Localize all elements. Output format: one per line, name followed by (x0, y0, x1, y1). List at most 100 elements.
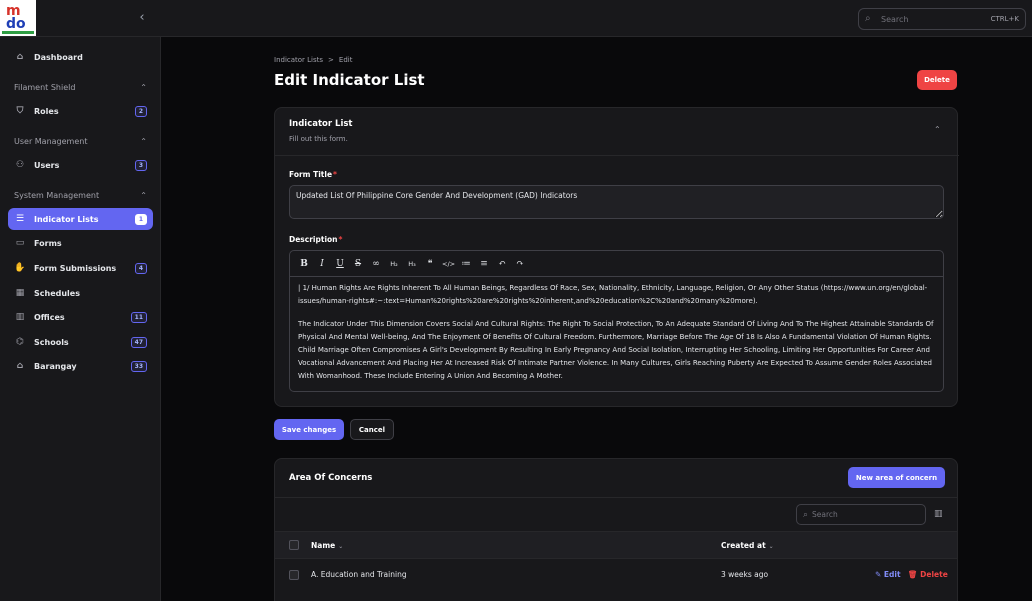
row-name: A. Education and Training (311, 570, 407, 579)
description-label: Description* (289, 235, 342, 244)
save-changes-button[interactable]: Save changes (274, 419, 344, 440)
count-badge: 47 (130, 336, 147, 348)
select-all-checkbox[interactable] (289, 540, 299, 550)
strikethrough-icon[interactable]: S (352, 258, 364, 270)
row-delete-action[interactable]: 🗑 Delete (908, 570, 948, 579)
link-icon[interactable]: ∞ (370, 258, 382, 270)
heading-3-icon[interactable]: H₃ (406, 258, 418, 270)
sidebar-item-label: Schools (34, 337, 69, 347)
sidebar-item-label: Barangay (34, 361, 77, 371)
row-checkbox[interactable] (289, 570, 299, 580)
chevron-down-icon: ⌄ (768, 543, 774, 550)
sidebar-item-barangay[interactable]: ⌂ Barangay 33 (8, 355, 153, 377)
row-delete-label: Delete (920, 570, 948, 579)
building-icon: ▥ (15, 312, 25, 322)
redo-icon[interactable]: ↷ (514, 258, 526, 270)
breadcrumb-link[interactable]: Indicator Lists (274, 56, 323, 64)
sidebar-item-label: Forms (34, 238, 62, 248)
description-paragraph: | 1/ Human Rights Are Rights Inherent To… (298, 284, 928, 305)
table-search-input[interactable] (812, 510, 919, 519)
undo-icon[interactable]: ↶ (496, 258, 508, 270)
heading-2-icon[interactable]: H₂ (388, 258, 400, 270)
form-title-label-text: Form Title (289, 170, 333, 179)
section-header[interactable]: Indicator List Fill out this form. ⌃ (275, 108, 959, 156)
home-icon: ⌂ (16, 52, 24, 62)
count-badge: 11 (130, 311, 147, 323)
new-area-of-concern-button[interactable]: New area of concern (848, 467, 945, 488)
chevron-up-icon[interactable]: ⌃ (934, 125, 941, 134)
sidebar-item-roles[interactable]: ⛉ Roles 2 (8, 100, 153, 122)
app-logo[interactable]: m do (0, 0, 36, 36)
sidebar: ⌂ Dashboard Filament Shield ⌃ ⛉ Roles 2 … (0, 37, 161, 601)
sidebar-item-label: Indicator Lists (34, 214, 99, 224)
cancel-button[interactable]: Cancel (350, 419, 394, 440)
bold-icon[interactable]: B (298, 258, 310, 270)
row-edit-label: Edit (883, 570, 901, 579)
row-edit-action[interactable]: ✎ Edit (875, 570, 901, 579)
form-title-input[interactable]: Updated List Of Philippine Core Gender A… (289, 185, 944, 219)
table-search[interactable]: ⌕ (796, 504, 926, 525)
inbox-icon: ▭ (15, 238, 25, 248)
delete-button[interactable]: Delete (917, 70, 957, 90)
column-header-label: Created at (721, 541, 766, 550)
home-icon: ⌂ (16, 361, 24, 371)
sidebar-group-system-management[interactable]: System Management ⌃ (14, 188, 147, 202)
collapse-sidebar-icon[interactable]: ‹ (134, 10, 150, 26)
sidebar-item-label: Roles (34, 106, 59, 116)
sidebar-item-label: Schedules (34, 288, 80, 298)
table-row[interactable]: A. Education and Training 3 weeks ago ✎ … (275, 559, 957, 591)
column-header-label: Name (311, 541, 336, 550)
hand-icon: ✋ (14, 263, 26, 273)
sidebar-item-form-submissions[interactable]: ✋ Form Submissions 4 (8, 257, 153, 279)
bullet-list-icon[interactable]: ≔ (460, 258, 472, 270)
logo-text-bottom: do (6, 16, 26, 32)
sidebar-item-label: Form Submissions (34, 263, 117, 273)
sidebar-item-offices[interactable]: ▥ Offices 11 (8, 306, 153, 328)
global-search-input[interactable] (881, 14, 991, 24)
breadcrumb: Indicator Lists > Edit (274, 56, 352, 64)
columns-icon[interactable]: ▥ (934, 509, 943, 519)
editor-content[interactable]: | 1/ Human Rights Are Rights Inherent To… (290, 277, 943, 398)
count-badge: 1 (134, 213, 147, 225)
column-header-name[interactable]: Name ⌄ (311, 541, 343, 550)
sidebar-item-users[interactable]: ⚇ Users 3 (8, 154, 153, 176)
ordered-list-icon[interactable]: ≡ (478, 258, 490, 270)
table-header: Name ⌄ Created at ⌄ (275, 531, 957, 559)
breadcrumb-separator: > (328, 56, 334, 64)
panel-title: Area Of Concerns (289, 473, 373, 483)
logo-stripe (2, 31, 34, 34)
academic-cap-icon: ⌬ (16, 337, 24, 347)
row-created-at: 3 weeks ago (721, 570, 769, 579)
count-badge: 2 (134, 105, 147, 117)
list-icon: ☰ (15, 214, 25, 224)
chevron-up-icon: ⌃ (140, 136, 147, 146)
sidebar-group-user-management[interactable]: User Management ⌃ (14, 134, 147, 148)
code-block-icon[interactable]: </> (442, 258, 455, 270)
form-title-label: Form Title* (289, 170, 337, 179)
search-shortcut: CTRL+K (990, 15, 1019, 23)
chevron-down-icon: ⌄ (338, 543, 344, 550)
breadcrumb-current: Edit (338, 56, 353, 64)
calendar-icon: ▦ (15, 288, 25, 298)
blockquote-icon[interactable]: ❝ (424, 258, 436, 270)
sidebar-item-dashboard[interactable]: ⌂ Dashboard (8, 46, 153, 68)
rich-text-editor[interactable]: B I U S ∞ H₂ H₃ ❝ </> ≔ ≡ ↶ ↷ | 1/ Human… (289, 250, 944, 392)
sidebar-group-filament-shield[interactable]: Filament Shield ⌃ (14, 80, 147, 94)
sidebar-item-forms[interactable]: ▭ Forms (8, 232, 153, 254)
italic-icon[interactable]: I (316, 258, 328, 270)
sidebar-item-indicator-lists[interactable]: ☰ Indicator Lists 1 (8, 208, 153, 230)
section-title: Indicator List (289, 119, 353, 129)
global-search[interactable]: ⌕ CTRL+K (858, 8, 1026, 30)
count-badge: 3 (134, 159, 147, 171)
required-marker: * (338, 235, 343, 244)
sidebar-group-label: System Management (14, 190, 100, 200)
shield-icon: ⛉ (16, 106, 24, 116)
sidebar-item-schools[interactable]: ⌬ Schools 47 (8, 331, 153, 353)
section-subtitle: Fill out this form. (289, 135, 348, 143)
main-content: Indicator Lists > Edit Edit Indicator Li… (161, 37, 1032, 601)
required-marker: * (333, 170, 337, 179)
underline-icon[interactable]: U (334, 258, 346, 270)
column-header-created-at[interactable]: Created at ⌄ (721, 541, 774, 550)
indicator-list-section: Indicator List Fill out this form. ⌃ For… (274, 107, 959, 407)
sidebar-item-schedules[interactable]: ▦ Schedules (8, 282, 153, 304)
